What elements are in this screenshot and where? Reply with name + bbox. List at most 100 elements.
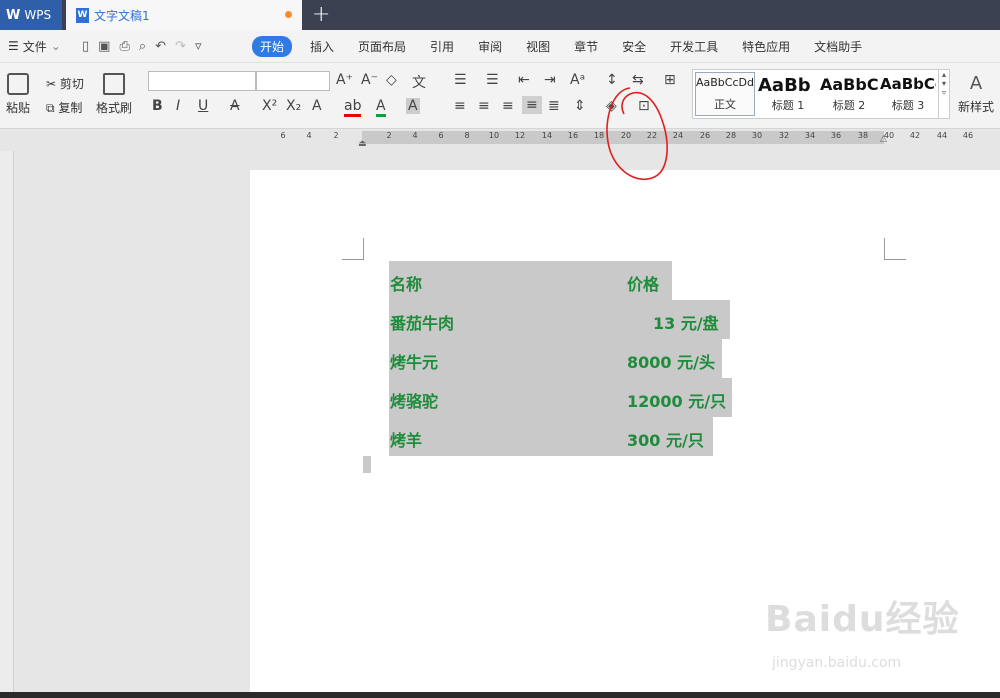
ruler-tick: 2 bbox=[386, 131, 392, 140]
customize-icon[interactable]: ▿ bbox=[195, 39, 202, 54]
grow-font-icon[interactable]: A⁺ bbox=[336, 72, 353, 88]
char-shading-icon[interactable]: A bbox=[406, 98, 420, 114]
italic-icon[interactable]: I bbox=[176, 98, 180, 114]
bold-icon[interactable]: B bbox=[152, 98, 163, 114]
new-style-button[interactable]: A 新样式 bbox=[958, 73, 994, 115]
ruler-tick: 4 bbox=[306, 131, 312, 140]
tab-special-features[interactable]: 特色应用 bbox=[730, 38, 802, 55]
style-heading-1[interactable]: AaBb 标题 1 bbox=[757, 72, 819, 116]
font-color-icon[interactable]: A bbox=[376, 98, 386, 117]
phonetic-icon[interactable]: 文 bbox=[412, 72, 426, 92]
tab-developer[interactable]: 开发工具 bbox=[658, 38, 730, 55]
cut-label: 剪切 bbox=[59, 77, 84, 91]
increase-indent-icon[interactable]: ⇥ bbox=[544, 72, 556, 88]
ruler-tick: 10 bbox=[488, 131, 500, 140]
line-spacing-icon[interactable]: ⇕ bbox=[574, 98, 586, 114]
left-indent-marker-icon[interactable]: ⏏ bbox=[358, 139, 367, 149]
item-price: 13 元/盘 bbox=[653, 314, 719, 333]
copy-button[interactable]: ⧉ 复制 bbox=[46, 99, 82, 116]
bullet-list-icon[interactable]: ☰ bbox=[454, 72, 467, 88]
numbered-list-icon[interactable]: ☰ bbox=[486, 72, 499, 88]
text-effect-icon[interactable]: A bbox=[312, 98, 322, 114]
tab-doc-assistant[interactable]: 文档助手 bbox=[802, 38, 874, 55]
style-sample: AaBbCc bbox=[880, 75, 936, 93]
file-menu-label: 文件 bbox=[22, 39, 47, 54]
tab-references[interactable]: 引用 bbox=[418, 38, 466, 55]
wps-home-tab[interactable]: W WPS bbox=[0, 0, 62, 30]
vertical-ruler[interactable] bbox=[0, 151, 14, 698]
item-name: 名称 bbox=[390, 275, 423, 294]
distribute-icon[interactable]: ≣ bbox=[548, 98, 560, 114]
style-sample: AaBbC bbox=[820, 75, 878, 94]
ruler-tick: 14 bbox=[541, 131, 553, 140]
ruler-tick: 38 bbox=[857, 131, 869, 140]
shrink-font-icon[interactable]: A⁻ bbox=[361, 72, 378, 88]
new-style-icon: A bbox=[969, 73, 983, 94]
wps-tab-label: WPS bbox=[24, 8, 52, 22]
document-tab[interactable]: W 文字文稿1 bbox=[66, 0, 302, 30]
superscript-icon[interactable]: X² bbox=[262, 98, 277, 114]
font-name-combo[interactable] bbox=[148, 71, 256, 91]
ruler-tick: 44 bbox=[936, 131, 948, 140]
tab-section[interactable]: 章节 bbox=[562, 38, 610, 55]
table-row[interactable]: 番茄牛肉 13 元/盘 bbox=[389, 300, 730, 339]
tab-home[interactable]: 开始 bbox=[252, 35, 293, 57]
font-size-combo[interactable] bbox=[256, 71, 330, 91]
justify-icon[interactable]: ≡ bbox=[522, 96, 542, 114]
horizontal-ruler[interactable]: 6 4 2 2 4 6 8 10 12 14 16 18 20 22 24 26… bbox=[0, 129, 1000, 151]
style-name: 正文 bbox=[714, 98, 736, 111]
document-icon: W bbox=[76, 7, 89, 23]
align-left-icon[interactable]: ≡ bbox=[454, 98, 466, 114]
ribbon-toolbar: 粘贴 ✂ 剪切 ⧉ 复制 格式刷 A⁺ A⁻ ◇ 文 B I U A X² X₂… bbox=[0, 63, 1000, 129]
style-name: 标题 1 bbox=[771, 99, 805, 112]
clipboard-icon bbox=[7, 73, 29, 95]
right-indent-marker-icon[interactable]: △ bbox=[880, 134, 887, 144]
ruler-tick: 26 bbox=[699, 131, 711, 140]
highlight-icon[interactable]: ab bbox=[344, 98, 362, 117]
align-right-icon[interactable]: ≡ bbox=[502, 98, 514, 114]
format-painter-button[interactable]: 格式刷 bbox=[96, 73, 132, 116]
style-sample: AaBb bbox=[758, 75, 811, 96]
tab-view[interactable]: 视图 bbox=[514, 38, 562, 55]
table-row[interactable]: 烤牛元 8000 元/头 bbox=[389, 339, 722, 378]
new-doc-icon[interactable]: ▯ bbox=[82, 39, 89, 54]
ruler-tick: 6 bbox=[438, 131, 444, 140]
subscript-icon[interactable]: X₂ bbox=[286, 98, 301, 114]
style-heading-3[interactable]: AaBbCc 标题 3 bbox=[879, 72, 937, 116]
item-price: 8000 元/头 bbox=[627, 353, 715, 372]
print-icon[interactable]: ⎙ bbox=[119, 39, 129, 54]
cut-button[interactable]: ✂ 剪切 bbox=[46, 75, 84, 92]
style-normal[interactable]: AaBbCcDd 正文 bbox=[695, 72, 755, 116]
redo-icon[interactable]: ↷ bbox=[175, 39, 186, 54]
tab-insert[interactable]: 插入 bbox=[298, 38, 346, 55]
style-gallery-scroll[interactable]: ▴ ▾ ▿ bbox=[938, 70, 949, 118]
align-center-icon[interactable]: ≡ bbox=[478, 98, 490, 114]
table-row[interactable]: 名称 价格 bbox=[389, 261, 672, 300]
undo-icon[interactable]: ↶ bbox=[155, 39, 166, 54]
new-tab-button[interactable]: + bbox=[312, 2, 330, 27]
style-heading-2[interactable]: AaBbC 标题 2 bbox=[819, 72, 879, 116]
brush-icon bbox=[103, 73, 125, 95]
copy-icon: ⧉ bbox=[46, 101, 55, 115]
ruler-tick: 36 bbox=[830, 131, 842, 140]
paragraph-selection-mark bbox=[363, 456, 371, 473]
tab-page-layout[interactable]: 页面布局 bbox=[346, 38, 418, 55]
new-style-label: 新样式 bbox=[958, 100, 995, 114]
clear-format-icon[interactable]: ◇ bbox=[386, 72, 397, 88]
paste-button[interactable]: 粘贴 bbox=[6, 73, 30, 116]
table-row[interactable]: 烤骆驼 12000 元/只 bbox=[389, 378, 732, 417]
ruler-tick: 12 bbox=[514, 131, 526, 140]
file-menu-button[interactable]: ☰ 文件 ⌄ bbox=[0, 38, 78, 55]
hamburger-icon: ☰ bbox=[8, 39, 19, 53]
print-preview-icon[interactable]: ⌕ bbox=[139, 39, 146, 54]
strikethrough-icon[interactable]: A bbox=[230, 98, 240, 114]
tab-security[interactable]: 安全 bbox=[610, 38, 658, 55]
tab-review[interactable]: 审阅 bbox=[466, 38, 514, 55]
table-row[interactable]: 烤羊 300 元/只 bbox=[389, 417, 713, 456]
save-icon[interactable]: ▣ bbox=[98, 39, 110, 54]
underline-icon[interactable]: U bbox=[198, 98, 208, 114]
item-name: 烤牛元 bbox=[390, 353, 439, 372]
change-case-icon[interactable]: Aᵃ bbox=[570, 72, 585, 88]
decrease-indent-icon[interactable]: ⇤ bbox=[518, 72, 530, 88]
style-name: 标题 3 bbox=[891, 99, 925, 112]
